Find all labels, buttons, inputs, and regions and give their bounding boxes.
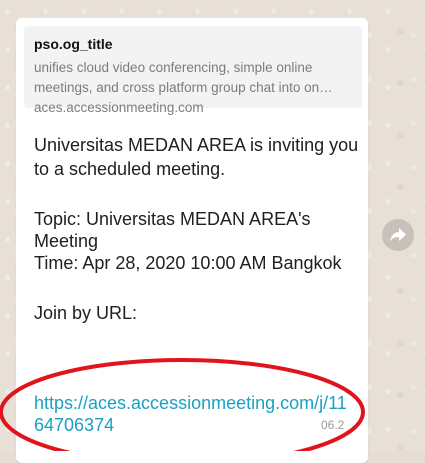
link-preview-description: unifies cloud video conferencing, simple… — [34, 58, 356, 118]
message-timestamp: 06.2 — [321, 418, 345, 432]
message-text-line: Join by URL: — [34, 303, 138, 323]
link-preview-description-line: unifies cloud video conferencing, simple… — [34, 60, 313, 75]
message-text-line: Universitas MEDAN AREA is inviting you — [34, 135, 359, 155]
message-bubble[interactable]: pso.og_title unifies cloud video confere… — [16, 18, 368, 463]
link-preview-domain: aces.accessionmeeting.com — [34, 100, 204, 115]
link-preview-title: pso.og_title — [34, 36, 113, 52]
message-text-line: Topic: Universitas MEDAN AREA's — [34, 209, 311, 229]
link-preview-description-line: meetings, and cross platform group chat … — [34, 80, 333, 95]
message-text-line: Time: Apr 28, 2020 10:00 AM Bangkok — [34, 253, 342, 273]
message-text-line: to a scheduled meeting. — [34, 159, 226, 179]
meeting-url-link[interactable]: 64706374 — [34, 414, 364, 436]
meeting-url-link[interactable]: https://aces.accessionmeeting.com/j/11 — [34, 392, 364, 414]
forward-arrow-icon — [390, 228, 406, 242]
forward-button[interactable] — [382, 219, 414, 251]
link-preview-card[interactable]: pso.og_title unifies cloud video confere… — [24, 26, 362, 115]
message-text-line: Meeting — [34, 231, 99, 251]
